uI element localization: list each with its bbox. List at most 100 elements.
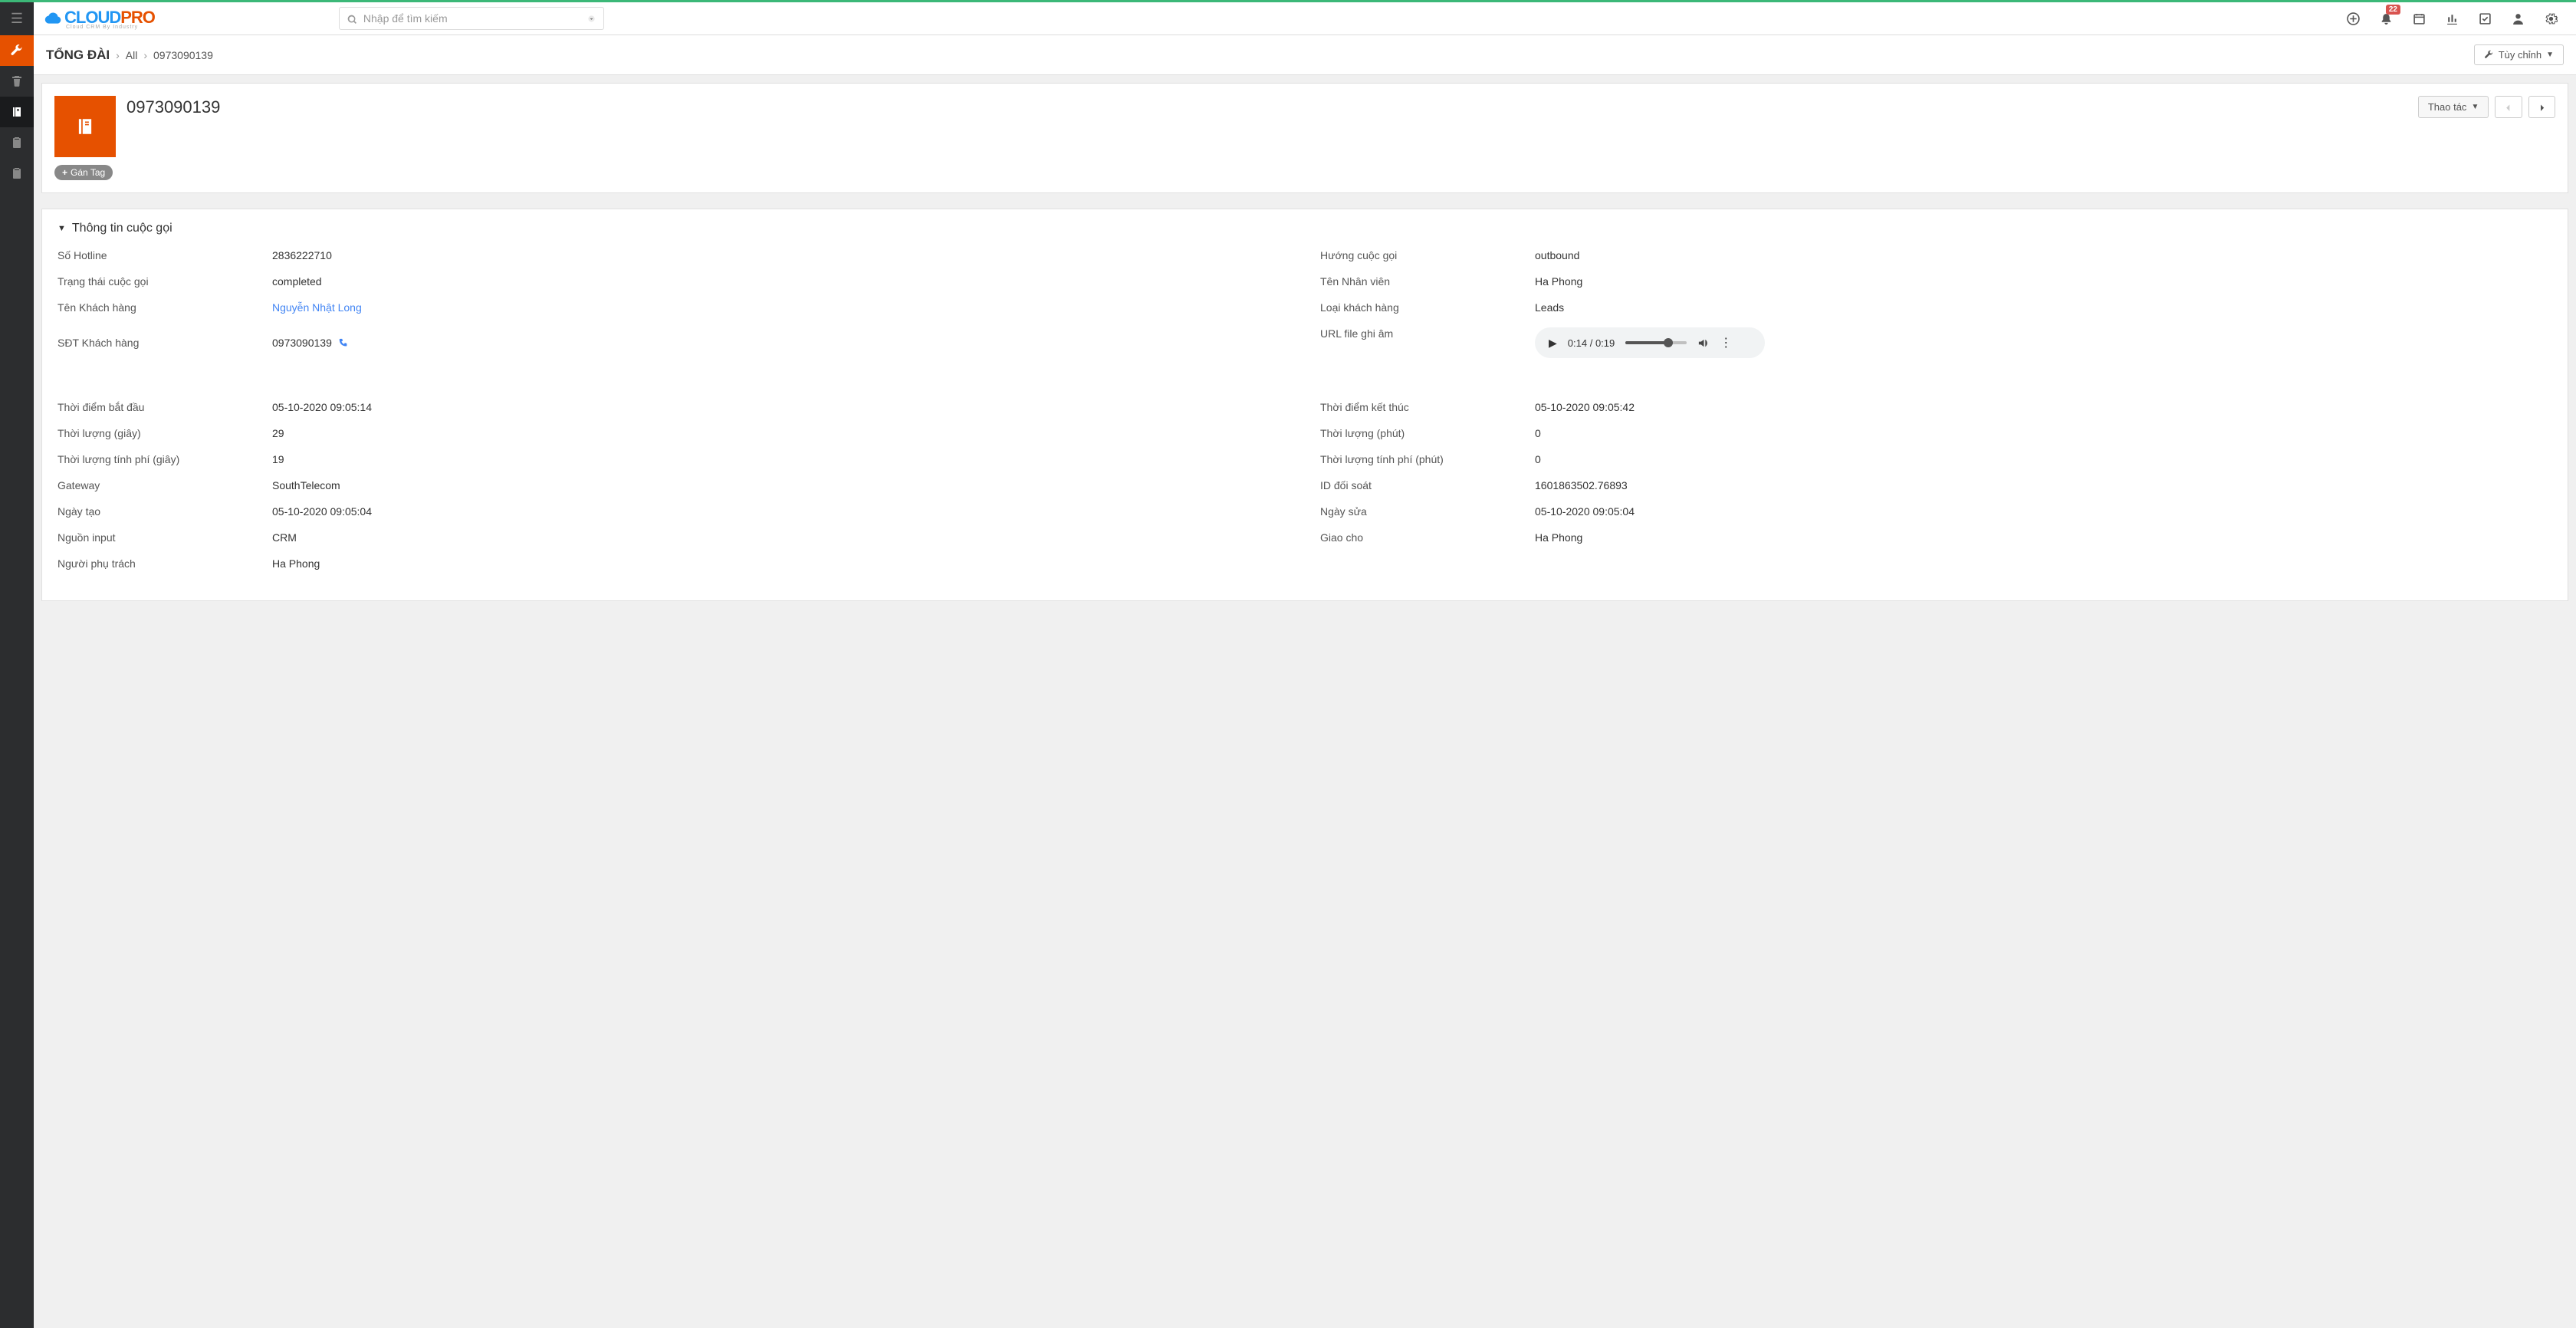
record-type-icon [54,96,116,157]
field-value: 05-10-2020 09:05:42 [1535,401,2552,413]
customize-label: Tùy chỉnh [2499,49,2542,61]
search-dropdown-icon[interactable] [587,14,596,23]
field-value: Ha Phong [1535,275,2552,288]
field-label: Thời lượng tính phí (phút) [1320,453,1535,465]
notifications-icon[interactable]: 22 [2380,11,2393,26]
sidebar-item-pbx[interactable] [0,97,34,127]
field-value: CRM [272,531,1290,544]
trash-icon [11,75,23,87]
field-value: 2836222710 [272,249,1290,261]
field-value: completed [272,275,1290,288]
field-value: 05-10-2020 09:05:04 [272,505,1290,518]
book-icon [11,106,23,118]
field-dur-sec: Thời lượng (giây) 29 [58,427,1290,439]
field-value: SouthTelecom [272,479,1290,491]
book-icon [75,117,95,136]
field-label: Thời lượng tính phí (giây) [58,453,272,465]
field-label: Giao cho [1320,531,1535,544]
caret-down-icon: ▼ [58,224,66,233]
audio-player[interactable]: ▶ 0:14 / 0:19 ⋮ [1535,327,1765,358]
chevron-left-icon [2503,103,2513,113]
play-icon[interactable]: ▶ [1549,337,1557,350]
field-label: Tên Nhân viên [1320,275,1535,288]
customer-link[interactable]: Nguyễn Nhật Long [272,301,1290,314]
settings-icon[interactable] [2545,11,2558,26]
field-value: 1601863502.76893 [1535,479,2552,491]
field-label: ID đối soát [1320,479,1535,491]
wrench-icon [10,44,24,58]
prev-record-button [2495,96,2522,118]
field-hotline: Số Hotline 2836222710 [58,249,1290,261]
breadcrumb-bar: TỔNG ĐÀI › All › 0973090139 Tùy chỉnh ▼ [34,35,2576,75]
menu-toggle[interactable]: ☰ [0,2,34,35]
sidebar-item-doc1[interactable] [0,127,34,158]
search-input[interactable]: Nhập để tìm kiếm [339,7,604,30]
field-value: Leads [1535,301,2552,314]
field-value: 0 [1535,427,2552,439]
topbar: ☰ CLOUDPRO Cloud CRM By Industry Nhập để… [0,0,2576,35]
breadcrumb-sep: › [116,49,120,61]
field-value: 05-10-2020 09:05:14 [272,401,1290,413]
actions-dropdown[interactable]: Thao tác ▼ [2418,96,2489,118]
field-label: Số Hotline [58,249,272,261]
field-label: Thời điểm bắt đầu [58,401,272,413]
sidebar-item-doc2[interactable] [0,158,34,189]
field-call-status: Trạng thái cuộc gọi completed [58,275,1290,288]
sidebar-item-trash[interactable] [0,66,34,97]
record-title: 0973090139 [127,97,2407,117]
reports-icon[interactable] [2446,11,2459,26]
field-label: Tên Khách hàng [58,301,272,314]
caret-down-icon: ▼ [2471,103,2479,111]
sidebar-item-tools[interactable] [0,35,34,66]
tasks-icon[interactable] [2479,11,2492,26]
breadcrumb-sep: › [143,49,147,61]
logo[interactable]: CLOUDPRO Cloud CRM By Industry [41,8,155,30]
logo-tagline: Cloud CRM By Industry [66,25,155,30]
topbar-actions: 22 [2347,11,2576,26]
field-label: Ngày tạo [58,505,272,518]
field-label: Hướng cuộc gọi [1320,249,1535,261]
hamburger-icon: ☰ [11,11,23,27]
next-record-button[interactable] [2528,96,2555,118]
clipboard-icon [11,167,23,179]
audio-seek[interactable] [1625,341,1687,344]
field-label: Loại khách hàng [1320,301,1535,314]
field-employee: Tên Nhân viên Ha Phong [1320,275,2552,288]
user-icon[interactable] [2512,11,2525,26]
notification-badge: 22 [2386,5,2400,15]
field-label: Thời lượng (giây) [58,427,272,439]
breadcrumb-all[interactable]: All [126,49,138,61]
customize-button[interactable]: Tùy chỉnh ▼ [2474,44,2564,65]
cloud-icon [41,11,63,26]
field-bill-min: Thời lượng tính phí (phút) 0 [1320,453,2552,465]
volume-icon[interactable] [1697,337,1709,350]
field-owner: Người phụ trách Ha Phong [58,557,1290,570]
add-tag-button[interactable]: + Gán Tag [54,165,113,180]
field-customer-name: Tên Khách hàng Nguyễn Nhật Long [58,301,1290,314]
field-value: Ha Phong [1535,531,2552,544]
quick-add-icon[interactable] [2347,11,2360,26]
audio-time: 0:14 / 0:19 [1568,337,1615,349]
section-header[interactable]: ▼ Thông tin cuộc gọi [58,222,2552,235]
section-title: Thông tin cuộc gọi [72,222,172,235]
field-customer-phone: SĐT Khách hàng 0973090139 [58,327,1290,358]
actions-label: Thao tác [2428,101,2467,113]
field-label: Người phụ trách [58,557,272,570]
search-placeholder: Nhập để tìm kiếm [363,12,587,25]
field-dur-min: Thời lượng (phút) 0 [1320,427,2552,439]
calendar-icon[interactable] [2413,11,2426,26]
phone-icon[interactable] [338,337,349,349]
left-sidebar [0,35,34,1328]
more-icon[interactable]: ⋮ [1720,335,1732,350]
breadcrumb-module[interactable]: TỔNG ĐÀI [46,48,110,63]
field-label: Thời lượng (phút) [1320,427,1535,439]
field-recording: URL file ghi âm ▶ 0:14 / 0:19 [1320,327,2552,358]
field-label: SĐT Khách hàng [58,337,272,349]
wrench-icon [2484,50,2494,60]
field-customer-type: Loại khách hàng Leads [1320,301,2552,314]
field-direction: Hướng cuộc gọi outbound [1320,249,2552,261]
phone-value: 0973090139 [272,337,332,349]
field-value: 05-10-2020 09:05:04 [1535,505,2552,518]
field-label: Trạng thái cuộc gọi [58,275,272,288]
field-start-time: Thời điểm bắt đầu 05-10-2020 09:05:14 [58,401,1290,413]
